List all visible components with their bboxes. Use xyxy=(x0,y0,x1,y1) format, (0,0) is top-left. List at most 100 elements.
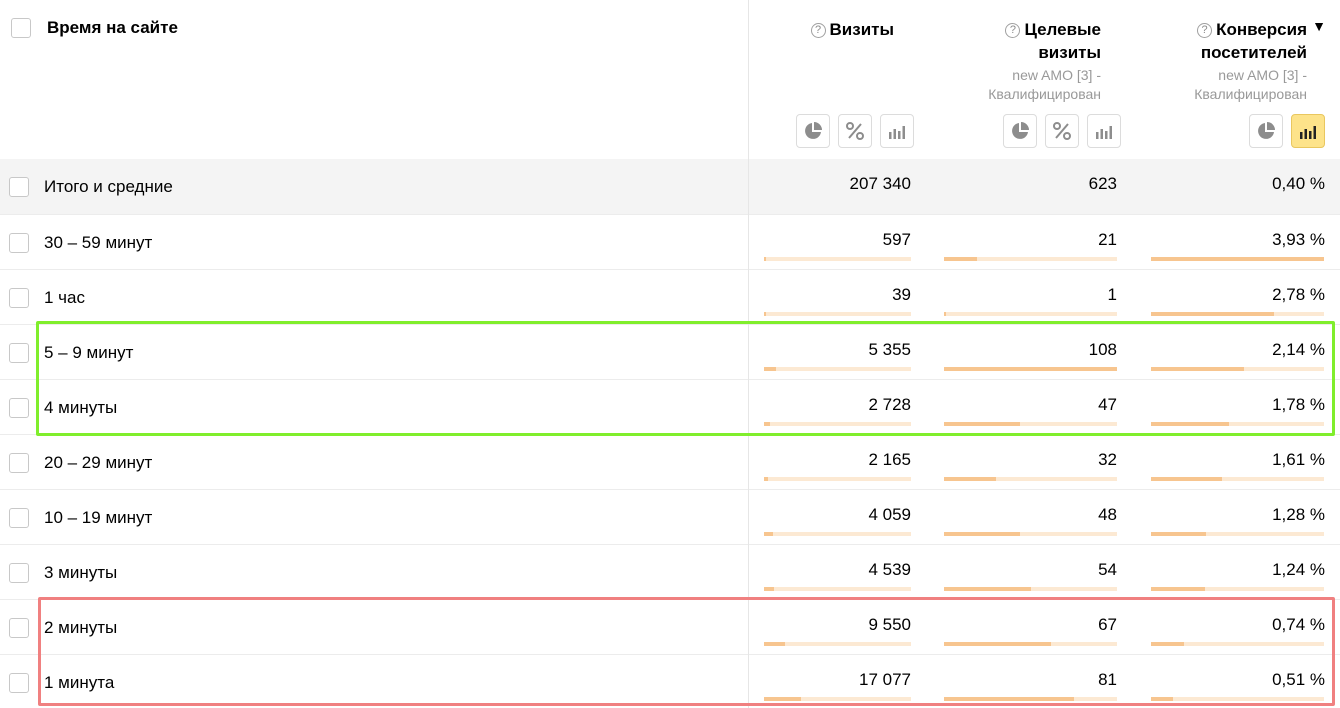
row-checkbox[interactable] xyxy=(9,343,29,363)
value-bar-track xyxy=(1151,477,1324,481)
bar-chart-icon xyxy=(1096,126,1112,139)
table-row[interactable]: 2 минуты 9 550 67 0,74 % xyxy=(0,599,1340,654)
value-bar-track xyxy=(1151,532,1324,536)
value-bar-fill xyxy=(1151,257,1324,261)
percent-button[interactable] xyxy=(1045,114,1079,148)
table-row[interactable]: 5 – 9 минут 5 355 108 2,14 % xyxy=(0,324,1340,379)
goal-visits-view-buttons xyxy=(1003,114,1121,148)
cell-visits: 39 xyxy=(892,285,911,304)
row-checkbox[interactable] xyxy=(9,398,29,418)
table-header: Время на сайте ? Визиты ? Целевые визиты n… xyxy=(0,0,1340,159)
row-checkbox[interactable] xyxy=(9,453,29,473)
cell-goal-visits: 48 xyxy=(1098,505,1117,524)
cell-conversion: 1,24 % xyxy=(1272,560,1325,579)
cell-conversion: 1,28 % xyxy=(1272,505,1325,524)
cell-visits: 2 165 xyxy=(868,450,911,469)
value-bar-track xyxy=(944,367,1117,371)
value-bar-track xyxy=(764,312,911,316)
cell-conversion: 0,40 % xyxy=(1272,174,1325,193)
value-bar-track xyxy=(944,642,1117,646)
question-circle-icon[interactable]: ? xyxy=(1005,23,1021,38)
value-bar-track xyxy=(944,257,1117,261)
cell-goal-visits: 1 xyxy=(1107,285,1117,304)
sort-desc-icon[interactable]: ▼ xyxy=(1312,18,1326,34)
value-bar-fill xyxy=(1151,587,1205,591)
row-label[interactable]: 3 минуты xyxy=(44,563,117,583)
value-bar-track xyxy=(944,587,1117,591)
cell-goal-visits: 81 xyxy=(1098,670,1117,689)
value-bar-fill xyxy=(764,257,766,261)
totals-row[interactable]: Итого и средние 207 340 623 0,40 % xyxy=(0,159,1340,214)
bar-chart-button-active[interactable] xyxy=(1291,114,1325,148)
question-circle-icon[interactable]: ? xyxy=(1197,23,1213,38)
table-row[interactable]: 30 – 59 минут 597 21 3,93 % xyxy=(0,214,1340,269)
value-bar-track xyxy=(1151,697,1324,701)
cell-visits: 2 728 xyxy=(868,395,911,414)
row-label[interactable]: 30 – 59 минут xyxy=(44,233,152,253)
pie-chart-icon xyxy=(1012,122,1029,139)
percent-icon xyxy=(846,122,864,140)
cell-goal-visits: 47 xyxy=(1098,395,1117,414)
table-row[interactable]: 1 минута 17 077 81 0,51 % xyxy=(0,654,1340,708)
percent-button[interactable] xyxy=(838,114,872,148)
value-bar-fill xyxy=(944,532,1020,536)
row-checkbox[interactable] xyxy=(9,288,29,308)
value-bar-track xyxy=(944,422,1117,426)
cell-visits: 207 340 xyxy=(849,174,911,193)
dimension-column-title[interactable]: Время на сайте xyxy=(47,18,178,38)
row-label[interactable]: 10 – 19 минут xyxy=(44,508,152,528)
metric-header-goal-visits[interactable]: ? Целевые визиты new AMO [3] - Квалифицир… xyxy=(988,18,1101,104)
value-bar-fill xyxy=(1151,422,1229,426)
row-label[interactable]: 4 минуты xyxy=(44,398,117,418)
pie-chart-button[interactable] xyxy=(796,114,830,148)
value-bar-track xyxy=(764,422,911,426)
value-bar-fill xyxy=(944,422,1020,426)
row-checkbox[interactable] xyxy=(9,508,29,528)
row-checkbox[interactable] xyxy=(9,618,29,638)
bar-chart-button[interactable] xyxy=(880,114,914,148)
row-label[interactable]: 1 минута xyxy=(44,673,114,693)
metric-header-visits[interactable]: ? Визиты xyxy=(810,18,894,41)
row-checkbox[interactable] xyxy=(9,673,29,693)
cell-visits: 597 xyxy=(882,230,911,249)
table-row[interactable]: 10 – 19 минут 4 059 48 1,28 % xyxy=(0,489,1340,544)
row-label[interactable]: 2 минуты xyxy=(44,618,117,638)
row-label[interactable]: Итого и средние xyxy=(44,177,173,197)
row-checkbox[interactable] xyxy=(9,563,29,583)
row-checkbox[interactable] xyxy=(9,233,29,253)
question-circle-icon[interactable]: ? xyxy=(810,23,826,38)
metric-header-conversion[interactable]: ? Конверсия посетителей new AMO [3] - Ква… xyxy=(1194,18,1326,104)
column-divider xyxy=(748,0,749,708)
table-row[interactable]: 4 минуты 2 728 47 1,78 % xyxy=(0,379,1340,434)
row-checkbox[interactable] xyxy=(9,177,29,197)
value-bar-fill xyxy=(764,532,773,536)
cell-conversion: 2,78 % xyxy=(1272,285,1325,304)
value-bar-track xyxy=(1151,257,1324,261)
cell-visits: 4 539 xyxy=(868,560,911,579)
cell-goal-visits: 21 xyxy=(1098,230,1117,249)
value-bar-track xyxy=(944,312,1117,316)
value-bar-track xyxy=(944,532,1117,536)
cell-conversion: 1,78 % xyxy=(1272,395,1325,414)
value-bar-track xyxy=(764,477,911,481)
cell-goal-visits: 32 xyxy=(1098,450,1117,469)
value-bar-track xyxy=(1151,642,1324,646)
table-row[interactable]: 3 минуты 4 539 54 1,24 % xyxy=(0,544,1340,599)
row-label[interactable]: 20 – 29 минут xyxy=(44,453,152,473)
pie-chart-button[interactable] xyxy=(1003,114,1037,148)
bar-chart-icon xyxy=(1300,126,1316,139)
metric-title: ? Конверсия посетителей xyxy=(1194,18,1307,64)
value-bar-fill xyxy=(944,312,946,316)
row-label[interactable]: 1 час xyxy=(44,288,85,308)
value-bar-fill xyxy=(944,697,1074,701)
table-row[interactable]: 1 час 39 1 2,78 % xyxy=(0,269,1340,324)
select-all-checkbox[interactable] xyxy=(11,18,31,38)
table-row[interactable]: 20 – 29 минут 2 165 32 1,61 % xyxy=(0,434,1340,489)
value-bar-fill xyxy=(764,367,776,371)
row-label[interactable]: 5 – 9 минут xyxy=(44,343,133,363)
value-bar-fill xyxy=(944,587,1031,591)
pie-chart-button[interactable] xyxy=(1249,114,1283,148)
value-bar-fill xyxy=(764,312,766,316)
bar-chart-button[interactable] xyxy=(1087,114,1121,148)
value-bar-fill xyxy=(1151,312,1274,316)
